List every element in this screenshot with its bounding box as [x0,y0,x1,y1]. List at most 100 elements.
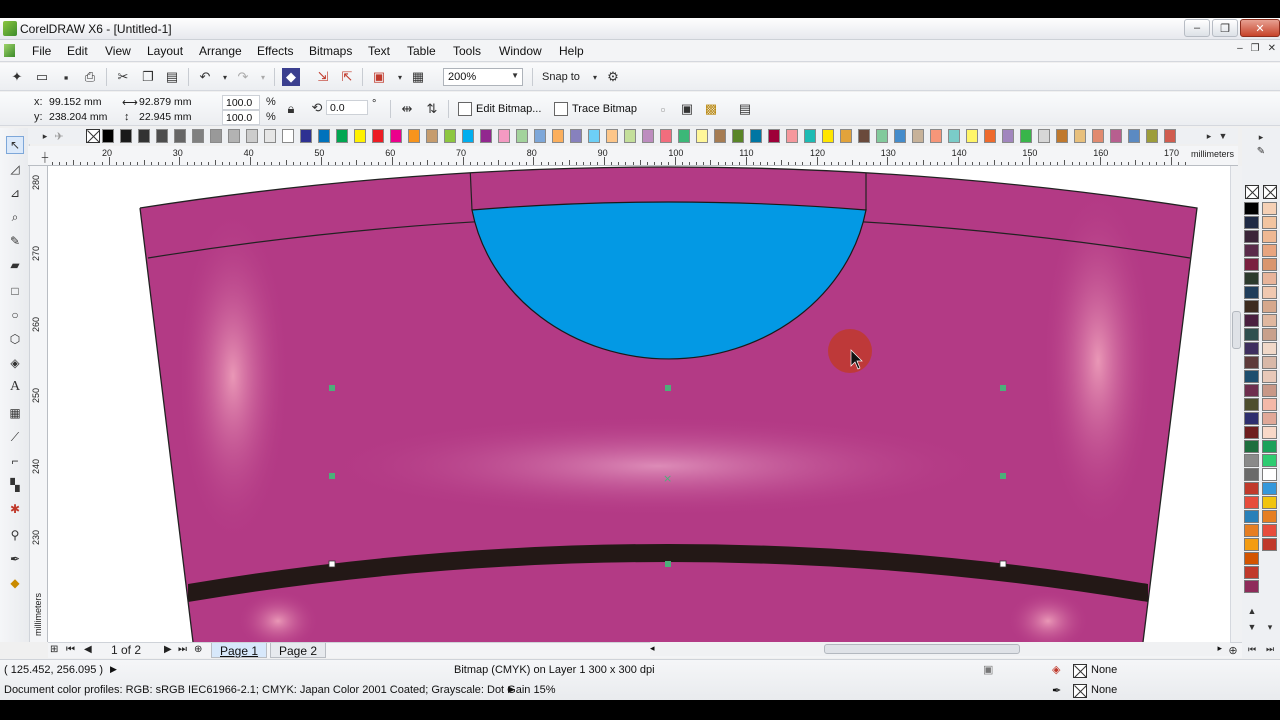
y-position-field[interactable]: 238.204 mm [46,110,116,125]
palette-swatch[interactable] [1244,482,1259,495]
palette-swatch[interactable] [1002,129,1014,143]
palette-swatch[interactable] [1244,398,1259,411]
palette-swatch[interactable] [1262,510,1277,523]
palette-swatch[interactable] [768,129,780,143]
palette-swatch[interactable] [156,129,168,143]
palette-swatch[interactable] [1262,342,1277,355]
palette-swatch[interactable] [498,129,510,143]
palette-swatch[interactable] [840,129,852,143]
outline-none-swatch[interactable] [1073,684,1087,698]
palette-swatch[interactable] [1262,482,1277,495]
minimize-button[interactable]: – [1184,19,1210,37]
palette-swatch[interactable] [480,129,492,143]
artwork[interactable]: × [48,166,1230,642]
palette-swatch[interactable] [642,129,654,143]
palette-swatch[interactable] [1262,538,1277,551]
first-page-icon[interactable]: ⏮ [66,644,75,655]
palette-swatch[interactable] [1244,216,1259,229]
palette-swatch[interactable] [1244,566,1259,579]
palette-swatch[interactable] [732,129,744,143]
zoom-level-combo[interactable]: 200% ▼ [443,68,523,86]
palette-swatch[interactable] [1244,300,1259,313]
x-position-field[interactable]: 99.152 mm [46,95,116,110]
rotation-field[interactable]: 0.0 [326,100,368,115]
palette-swatch[interactable] [390,129,402,143]
trace-bitmap-button[interactable]: Trace Bitmap [554,99,637,119]
palette-swatch[interactable] [750,129,762,143]
connector-tool-icon[interactable]: ⌐ [6,452,24,470]
horizontal-scroll-thumb[interactable] [824,644,1020,654]
snap-to-button[interactable]: Snap to [542,71,580,83]
palette-swatch[interactable] [876,129,888,143]
open-icon[interactable]: ▭ [33,68,51,86]
palette-eyedropper-icon[interactable]: ✎ [1252,142,1270,160]
palette-swatch[interactable] [1262,272,1277,285]
palette-swatch[interactable] [588,129,600,143]
palette-swatch[interactable] [1244,244,1259,257]
import-icon[interactable]: ⇲ [314,68,332,86]
palette-swatch[interactable] [1128,129,1140,143]
palette-swatch[interactable] [1262,286,1277,299]
palette-first-icon[interactable]: ⏮ [1243,640,1261,658]
palette-swatch[interactable] [552,129,564,143]
palette-swatch[interactable] [894,129,906,143]
palette-swatch[interactable] [1110,129,1122,143]
no-outline-swatch[interactable] [1263,185,1277,199]
selection-handle[interactable] [665,561,671,567]
palette-swatch[interactable] [1020,129,1032,143]
menu-tools[interactable]: Tools [453,44,481,58]
palette-swatch[interactable] [1244,510,1259,523]
palette-swatch[interactable] [408,129,420,143]
palette-swatch[interactable] [1164,129,1176,143]
palette-swatch[interactable] [1244,384,1259,397]
doc-restore-button[interactable]: ❐ [1251,43,1260,54]
palette-swatch[interactable] [210,129,222,143]
palette-swatch[interactable] [678,129,690,143]
snap-to-dropdown-icon[interactable]: ▾ [586,68,604,86]
edit-bitmap-button[interactable]: Edit Bitmap... [458,99,541,119]
export-icon[interactable]: ⇱ [338,68,356,86]
redo-icon[interactable]: ↷ [234,68,252,86]
pick-tool-icon[interactable]: ↖ [6,136,24,154]
navigator-zoom-icon[interactable]: ⊕ [1224,641,1242,659]
palette-swatch[interactable] [1244,258,1259,271]
palette-swatch[interactable] [426,129,438,143]
scroll-right-icon[interactable]: ▸ [1217,643,1222,654]
palette-flyout-icon[interactable]: ▼ [1214,127,1232,145]
palette-swatch[interactable] [1262,202,1277,215]
palette-swatch[interactable] [372,129,384,143]
vertical-scroll-thumb[interactable] [1232,311,1241,349]
palette-swatch[interactable] [264,129,276,143]
palette-swatch[interactable] [912,129,924,143]
scale-height-field[interactable]: 100.0 [222,110,260,125]
palette-swatch[interactable] [1262,496,1277,509]
width-field[interactable]: 92.879 mm [136,95,206,110]
copy-icon[interactable]: ❐ [139,68,157,86]
palette-swatch[interactable] [1074,129,1086,143]
palette-swatch[interactable] [1262,300,1277,313]
scale-width-field[interactable]: 100.0 [222,95,260,110]
basic-shapes-tool-icon[interactable]: ◈ [6,354,24,372]
options-icon[interactable]: ⚙ [604,68,622,86]
vertical-scrollbar[interactable] [1230,166,1242,642]
color-proofing-icon[interactable]: ▣ [983,663,993,676]
palette-swatch[interactable] [1244,370,1259,383]
palette-swatch[interactable] [1244,440,1259,453]
menu-effects[interactable]: Effects [257,44,293,58]
drawing-canvas[interactable]: × [48,166,1230,642]
palette-swatch[interactable] [318,129,330,143]
node-handle[interactable] [328,560,336,568]
selection-handle[interactable] [1000,385,1006,391]
cut-icon[interactable]: ✂ [114,68,132,86]
profiles-expand-icon[interactable]: ▶ [508,684,515,695]
palette-swatch[interactable] [1244,230,1259,243]
palette-swatch[interactable] [516,129,528,143]
document-icon[interactable] [4,44,15,57]
palette-swatch[interactable] [570,129,582,143]
palette-swatch[interactable] [1146,129,1158,143]
paste-icon[interactable]: ▤ [163,68,181,86]
no-color-swatch[interactable] [86,129,100,143]
menu-table[interactable]: Table [407,44,436,58]
palette-swatch[interactable] [192,129,204,143]
palette-swatch[interactable] [1244,426,1259,439]
